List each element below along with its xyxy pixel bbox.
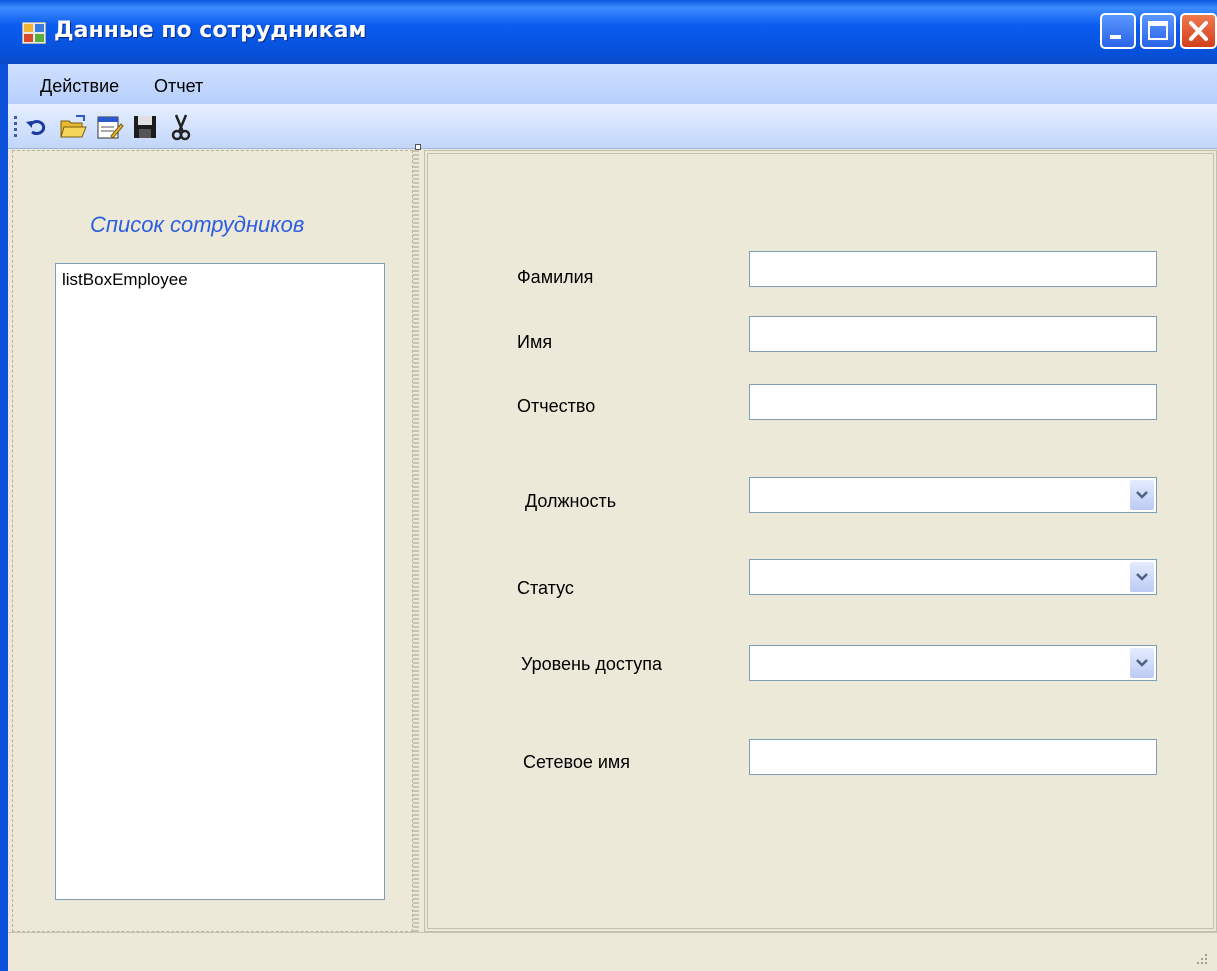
maximize-icon [1148,21,1168,40]
menu-item-action[interactable]: Действие [40,76,119,97]
open-folder-icon[interactable] [58,112,88,142]
status-dropdown-button[interactable] [1130,562,1154,592]
last-name-label: Фамилия [517,267,594,287]
chevron-down-icon [1136,491,1148,499]
position-label: Должность [525,491,617,511]
last-name-field[interactable] [749,251,1157,287]
panel-splitter[interactable] [413,150,419,932]
app-icon [22,22,46,44]
resize-grip-icon[interactable] [1193,950,1209,966]
main-window: Данные по сотрудникам Действие Отчет Спи… [0,0,1217,971]
title-bar[interactable]: Данные по сотрудникам [0,0,1217,64]
access-level-dropdown-button[interactable] [1130,648,1154,678]
window-title: Данные по сотрудникам [54,18,367,43]
minimize-button[interactable] [1100,13,1136,49]
maximize-button[interactable] [1140,13,1176,49]
network-name-field[interactable] [749,739,1157,775]
first-name-field[interactable] [749,316,1157,352]
menu-bar: Действие Отчет [8,64,1217,104]
status-dropdown[interactable] [749,559,1157,595]
minimize-icon [1110,35,1121,39]
access-level-label: Уровень доступа [521,654,663,674]
undo-icon[interactable] [22,112,52,142]
patronymic-label: Отчество [517,396,596,416]
cut-icon[interactable] [166,112,196,142]
employee-listbox[interactable]: listBoxEmployee [55,263,385,900]
listbox-placeholder-text: listBoxEmployee [62,270,188,289]
access-level-dropdown[interactable] [749,645,1157,681]
edit-icon[interactable] [94,112,124,142]
close-button[interactable] [1180,13,1217,49]
save-icon[interactable] [130,112,160,142]
chevron-down-icon [1136,659,1148,667]
employee-list-title: Список сотрудников [90,212,305,237]
close-icon [1189,21,1208,41]
menu-item-report[interactable]: Отчет [154,76,203,97]
position-dropdown[interactable] [749,477,1157,513]
status-label: Статус [517,578,574,598]
window-border [0,64,8,971]
first-name-label: Имя [517,332,553,352]
position-dropdown-button[interactable] [1130,480,1154,510]
chevron-down-icon [1136,573,1148,581]
toolbar [8,104,1217,149]
patronymic-field[interactable] [749,384,1157,420]
status-bar [8,932,1217,971]
splitter-handle[interactable] [415,144,421,150]
toolbar-grip-icon[interactable] [14,116,17,138]
network-name-label: Сетевое имя [523,752,631,772]
